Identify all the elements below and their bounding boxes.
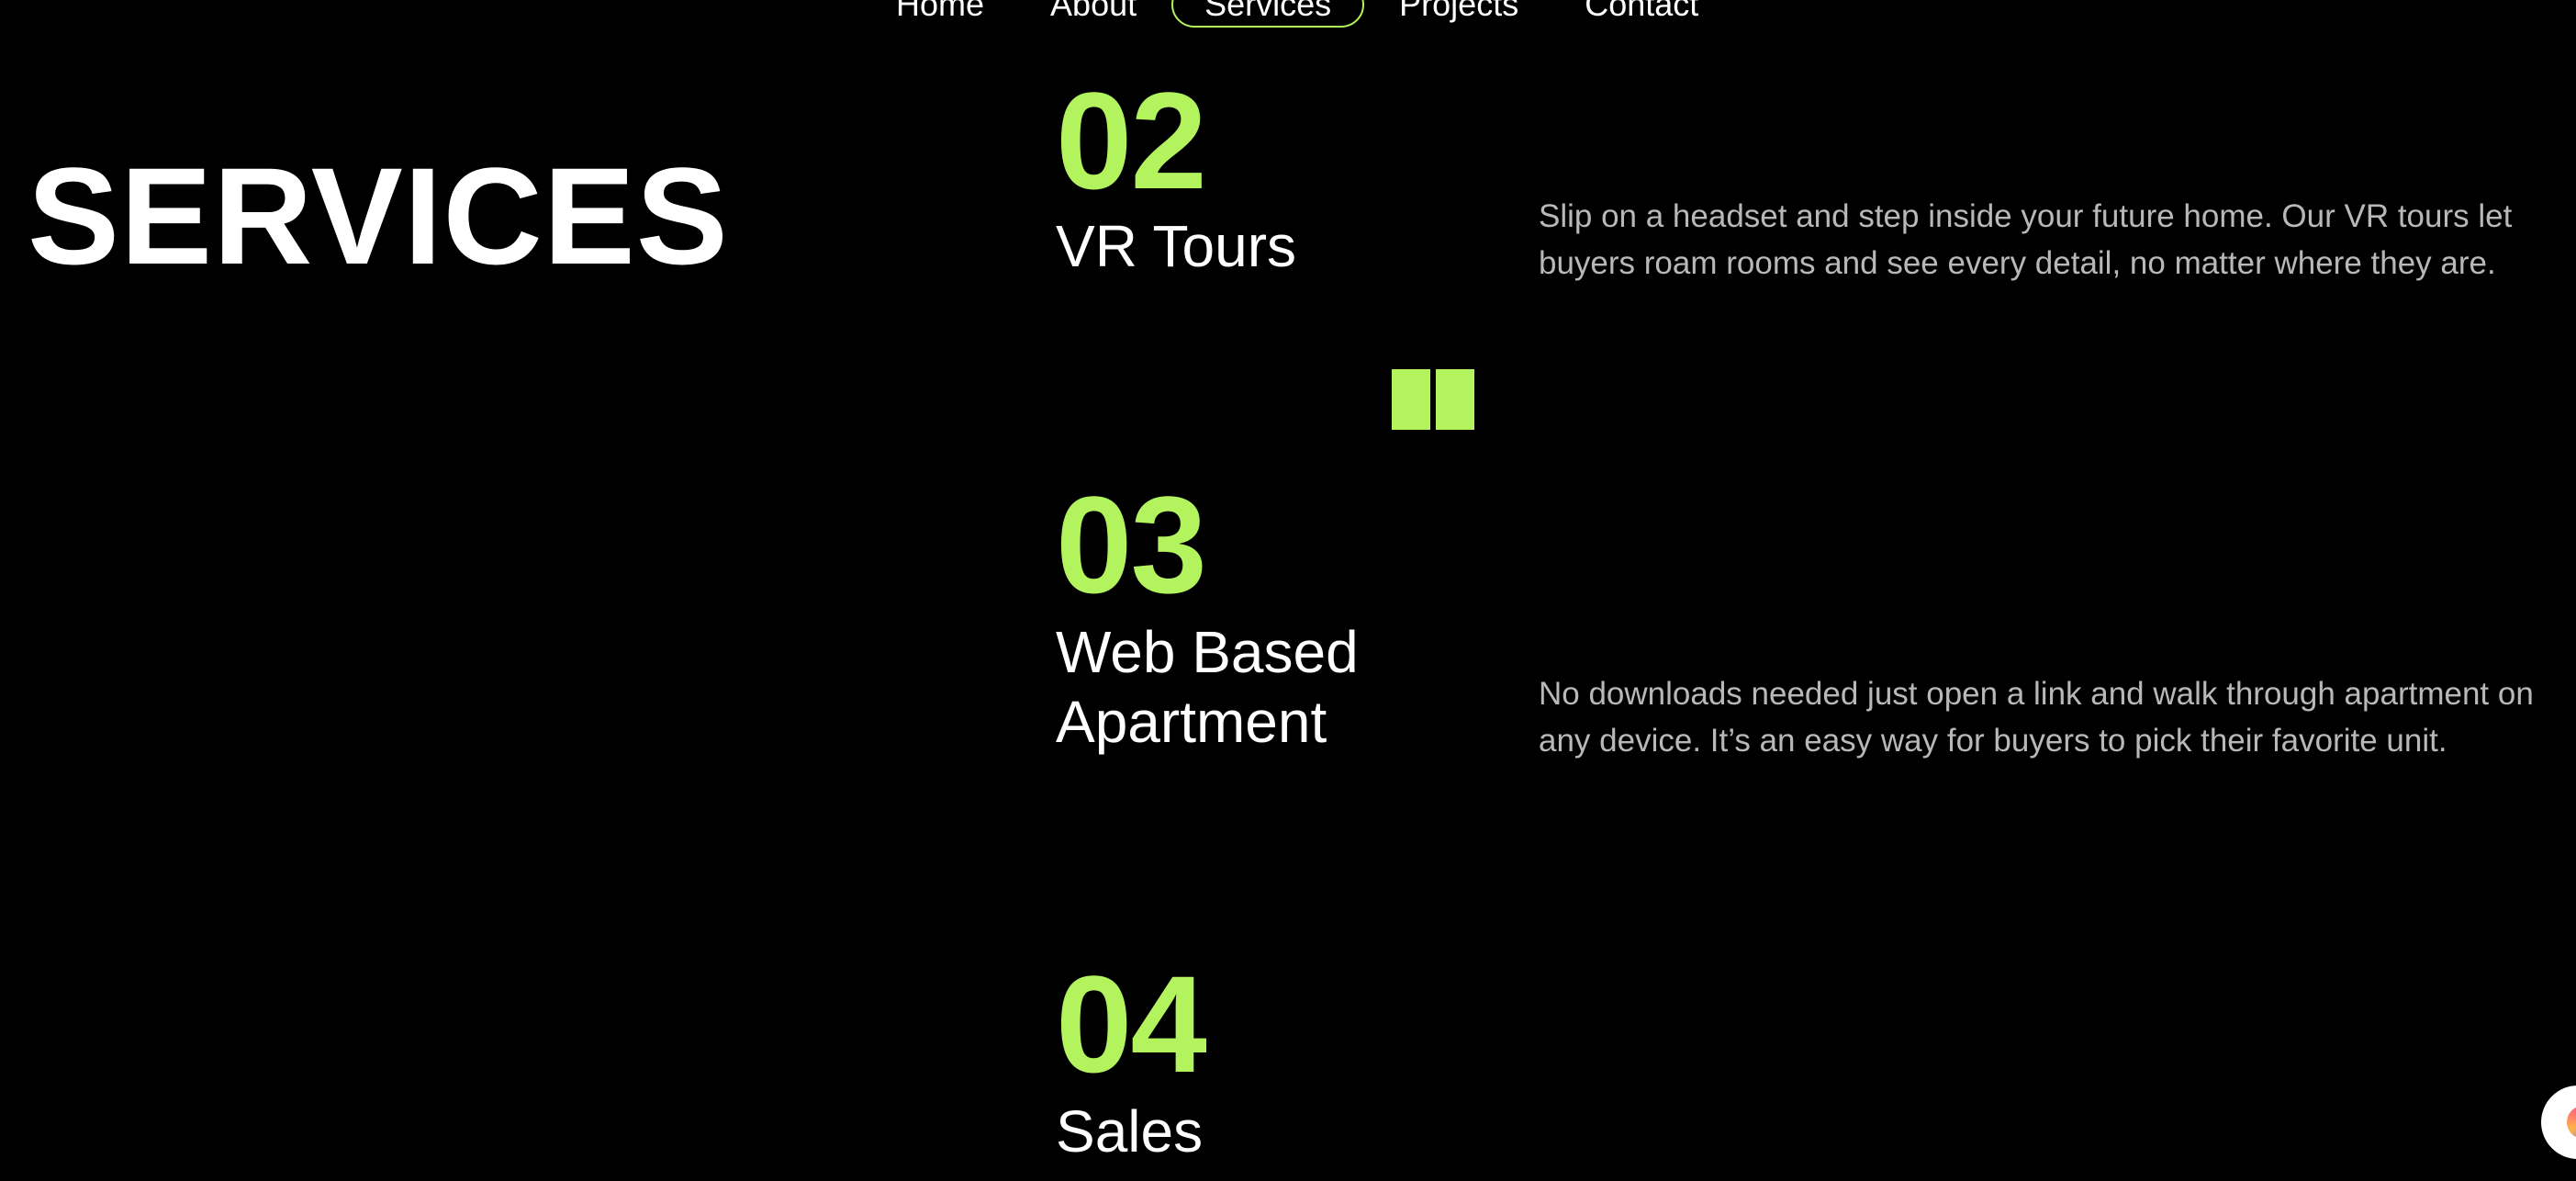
service-name: VR Tours bbox=[1056, 213, 1297, 279]
service-name: Sales bbox=[1056, 1098, 1204, 1164]
nav-home[interactable]: Home bbox=[863, 0, 1017, 26]
nav-projects[interactable]: Projects bbox=[1366, 0, 1551, 26]
service-item-vr-tours: 02 VR Tours bbox=[1056, 72, 1296, 281]
chat-widget-button[interactable] bbox=[2541, 1085, 2576, 1159]
service-item-web-based-apartment: 03 Web Based Apartment bbox=[1056, 476, 1359, 757]
service-number: 02 bbox=[1056, 63, 1207, 218]
book-icon bbox=[1392, 369, 1474, 430]
service-name-line2: Apartment bbox=[1056, 689, 1327, 755]
top-nav: Home About Services Projects Contact bbox=[863, 0, 1731, 28]
chat-widget-icon bbox=[2567, 1106, 2576, 1139]
page-title: SERVICES bbox=[28, 139, 729, 293]
service-number: 03 bbox=[1056, 467, 1207, 622]
nav-about[interactable]: About bbox=[1017, 0, 1170, 26]
service-number: 04 bbox=[1056, 947, 1207, 1101]
nav-services[interactable]: Services bbox=[1171, 0, 1365, 28]
service-description-vr-tours: Slip on a headset and step inside your f… bbox=[1539, 198, 2513, 281]
service-name-line1: Web Based bbox=[1056, 619, 1359, 685]
service-item-sales: 04 Sales bbox=[1056, 947, 1207, 1166]
nav-contact[interactable]: Contact bbox=[1551, 0, 1731, 26]
service-description-web-based-apartment: No downloads needed just open a link and… bbox=[1539, 676, 2534, 759]
